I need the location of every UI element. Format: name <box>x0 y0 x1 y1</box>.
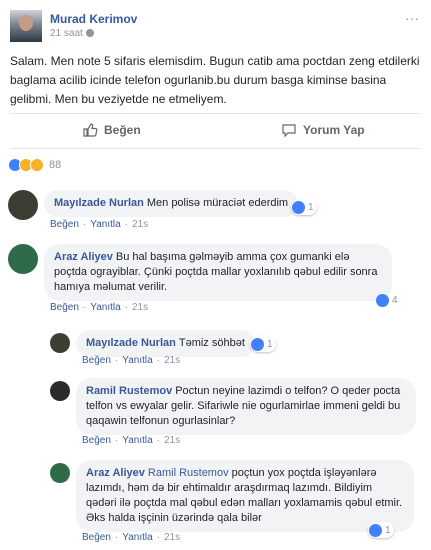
commenter-avatar[interactable] <box>8 190 38 220</box>
reply: Mayılzade Nurlan Təmiz söhbət 1 Beğen · Yan… <box>50 330 423 370</box>
separator-dot: · <box>124 219 128 230</box>
reply-like-link[interactable]: Beğen <box>82 355 111 366</box>
like-icon <box>292 200 305 214</box>
author-avatar[interactable] <box>10 10 42 42</box>
comment: Araz Aliyev Bu hal başıma gəlməyib amma ç… <box>8 244 423 314</box>
commenter-avatar[interactable] <box>50 381 70 401</box>
reply: Araz Aliyev Ramil Rustemov poçtun yox poçt… <box>50 460 423 548</box>
commenter-name[interactable]: Ramil Rustemov <box>86 385 172 397</box>
separator-dot: · <box>114 355 119 366</box>
like-icon <box>376 294 389 307</box>
post-time[interactable]: 21 saat <box>50 28 94 39</box>
comment-reactions[interactable]: 1 <box>291 199 317 215</box>
post-author[interactable]: Murad Kerimov <box>50 12 137 26</box>
reply: Ramil Rustemov Poctun neyine lazimdi o te… <box>50 378 423 448</box>
thumbs-up-icon <box>83 123 98 137</box>
commenter-name[interactable]: Mayılzade Nurlan <box>86 337 176 349</box>
comment-reaction-count: 4 <box>392 295 398 306</box>
separator-dot: · <box>156 435 160 446</box>
reply-bubble: Ramil Rustemov Poctun neyine lazimdi o te… <box>76 378 416 435</box>
separator-dot: · <box>114 435 119 446</box>
reply-meta: Beğen · Yanıtla · 21s <box>82 532 180 543</box>
more-options-icon[interactable]: ··· <box>405 10 419 26</box>
commenter-name[interactable]: Araz Aliyev <box>54 251 113 263</box>
like-icon <box>369 523 382 537</box>
post-time-text[interactable]: 21 saat <box>50 28 83 39</box>
comment-bubble: Mayılzade Nurlan Men polisə müraciət eder… <box>44 190 299 217</box>
reply-time[interactable]: 21s <box>164 435 180 446</box>
separator-dot: · <box>156 355 160 366</box>
commenter-avatar[interactable] <box>50 333 70 353</box>
like-button-label: Beğen <box>104 123 141 137</box>
commenter-avatar[interactable] <box>50 463 70 483</box>
reaction-count: 88 <box>49 159 62 171</box>
reply-text: Təmiz söhbət <box>178 337 245 349</box>
comment-text: Men polisə müraciət ederdim <box>146 197 289 209</box>
separator-dot: · <box>156 532 160 543</box>
comment-button[interactable]: Yorum Yap <box>281 122 365 138</box>
reply-meta: Beğen · Yanıtla · 21s <box>82 435 180 446</box>
divider <box>10 148 421 149</box>
comment-like-link[interactable]: Beğen <box>50 302 79 313</box>
comment-time[interactable]: 21s <box>132 302 148 313</box>
reply-reactions[interactable]: 1 <box>368 522 394 538</box>
globe-icon <box>85 29 94 38</box>
comment-icon <box>282 124 296 138</box>
post-header: Murad Kerimov 21 saat ··· <box>10 8 421 44</box>
reply-reply-link[interactable]: Yanıtla <box>122 435 152 446</box>
comment-reactions[interactable]: 4 <box>376 294 398 307</box>
comment: Mayılzade Nurlan Men polisə müraciət eder… <box>8 190 423 230</box>
separator-dot: · <box>82 302 87 313</box>
reply-bubble: Araz Aliyev Ramil Rustemov poçtun yox poçt… <box>76 460 414 532</box>
reply-time[interactable]: 21s <box>164 532 180 543</box>
reply-reply-link[interactable]: Yanıtla <box>122 355 152 366</box>
reply-like-link[interactable]: Beğen <box>82 532 111 543</box>
post-text: Salam. Men note 5 sifaris elemisdim. Bug… <box>10 54 420 106</box>
like-icon <box>251 337 264 351</box>
comment-reaction-count: 1 <box>308 201 314 213</box>
reply-reply-link[interactable]: Yanıtla <box>122 532 152 543</box>
comment-meta: Beğen · Yanıtla · 21s <box>50 219 148 230</box>
comment-time[interactable]: 21s <box>132 219 148 230</box>
comment-button-label: Yorum Yap <box>303 123 365 137</box>
separator-dot: · <box>82 219 87 230</box>
reactions-summary[interactable]: 88 <box>8 158 61 172</box>
sad-icon <box>30 158 44 172</box>
like-button[interactable]: Beğen <box>82 122 141 138</box>
commenter-name[interactable]: Mayılzade Nurlan <box>54 197 144 209</box>
commenter-name[interactable]: Araz Aliyev <box>86 467 145 479</box>
commenter-avatar[interactable] <box>8 244 38 274</box>
comment-meta: Beğen · Yanıtla · 21s <box>50 302 148 313</box>
tagged-user[interactable]: Ramil Rustemov <box>148 467 229 479</box>
reply-like-link[interactable]: Beğen <box>82 435 111 446</box>
reply-reaction-count: 1 <box>385 524 391 536</box>
reply-reactions[interactable]: 1 <box>250 336 276 352</box>
reply-reaction-count: 1 <box>267 338 273 350</box>
separator-dot: · <box>124 302 128 313</box>
reply-meta: Beğen · Yanıtla · 21s <box>82 355 180 366</box>
reply-bubble: Mayılzade Nurlan Təmiz söhbət <box>76 330 255 357</box>
comment-reply-link[interactable]: Yanıtla <box>90 219 120 230</box>
separator-dot: · <box>114 532 119 543</box>
comment-like-link[interactable]: Beğen <box>50 219 79 230</box>
comment-bubble: Araz Aliyev Bu hal başıma gəlməyib amma ç… <box>44 244 392 301</box>
comment-reply-link[interactable]: Yanıtla <box>90 302 120 313</box>
reply-time[interactable]: 21s <box>164 355 180 366</box>
divider <box>10 113 421 114</box>
